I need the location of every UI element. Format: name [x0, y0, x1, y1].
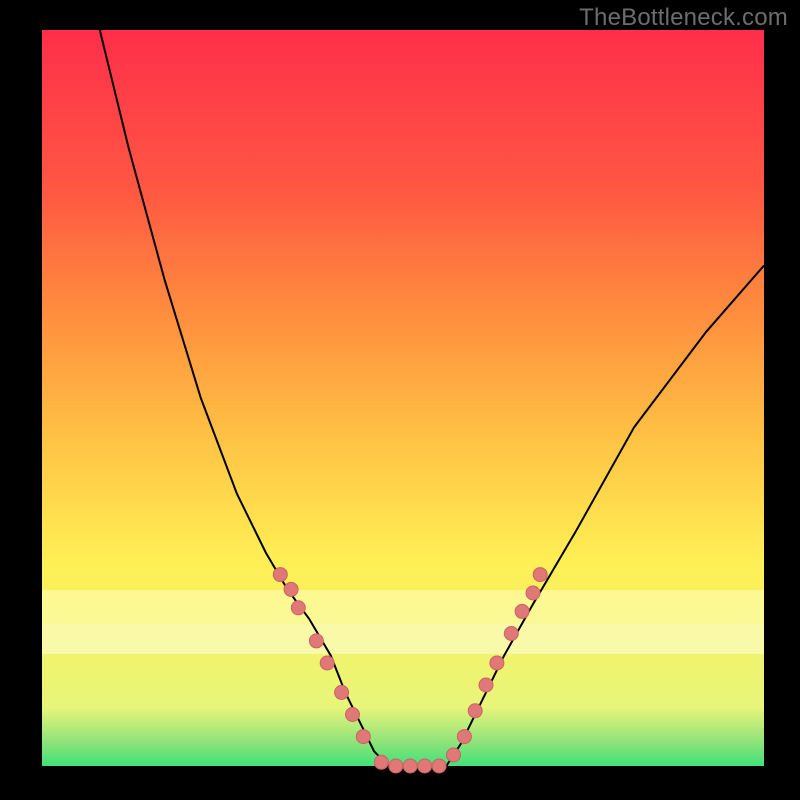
data-marker — [418, 759, 432, 773]
data-marker — [526, 586, 540, 600]
data-marker — [457, 730, 471, 744]
plot-area — [42, 30, 764, 766]
data-marker — [320, 656, 334, 670]
data-marker — [346, 708, 360, 722]
data-marker — [291, 601, 305, 615]
curve-right-branch — [446, 266, 764, 767]
data-marker — [356, 730, 370, 744]
curve-overlay — [42, 30, 764, 766]
data-marker — [515, 604, 529, 618]
data-marker — [468, 704, 482, 718]
data-marker — [335, 685, 349, 699]
watermark-text: TheBottleneck.com — [579, 4, 788, 32]
data-marker — [284, 582, 298, 596]
chart-frame: TheBottleneck.com — [0, 0, 800, 800]
data-marker — [504, 627, 518, 641]
data-marker — [490, 656, 504, 670]
data-marker — [432, 759, 446, 773]
data-marker — [533, 568, 547, 582]
curve-left-branch — [100, 30, 389, 766]
data-marker — [309, 634, 323, 648]
data-marker — [403, 759, 417, 773]
data-marker — [389, 759, 403, 773]
data-marker — [273, 568, 287, 582]
data-marker — [447, 748, 461, 762]
data-marker — [479, 678, 493, 692]
data-marker — [374, 755, 388, 769]
